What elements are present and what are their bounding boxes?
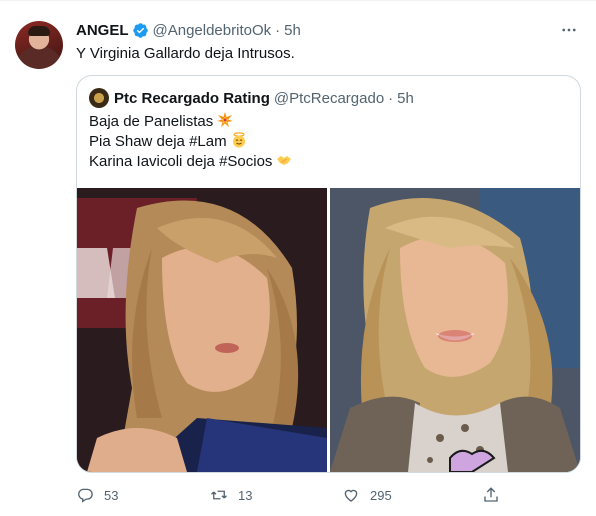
- collision-emoji: [217, 112, 234, 127]
- photo-right[interactable]: [330, 188, 580, 472]
- quoted-media[interactable]: [77, 188, 580, 472]
- like-icon: [344, 489, 358, 502]
- quoted-line-text: Pia Shaw deja #Lam: [89, 133, 227, 150]
- quoted-line: Karina Iavicoli deja #Socios: [89, 152, 292, 172]
- avatar-hair: [28, 26, 50, 36]
- like-count: 295: [370, 487, 392, 503]
- quoted-separator-dot: ·: [388, 89, 394, 107]
- tweet-time[interactable]: 5h: [284, 22, 301, 39]
- handshake-emoji: [277, 156, 292, 165]
- quoted-header: Ptc Recargado Rating @PtcRecargado · 5h: [89, 88, 414, 108]
- photo-left[interactable]: [77, 188, 327, 472]
- angel-emoji: [232, 132, 245, 148]
- separator-dot: ·: [275, 21, 281, 39]
- author-handle[interactable]: @AngeldebritoOk: [153, 22, 272, 39]
- quoted-line: Pia Shaw deja #Lam: [89, 132, 292, 152]
- share-button[interactable]: [482, 483, 510, 507]
- share-icon: [484, 487, 498, 502]
- like-button[interactable]: 295: [342, 483, 392, 507]
- photo-left-image: [77, 188, 327, 472]
- retweet-count: 13: [238, 487, 253, 503]
- reply-count: 53: [104, 487, 119, 503]
- quoted-author-handle: @PtcRecargado: [273, 89, 385, 107]
- author-name[interactable]: ANGEL: [76, 22, 129, 39]
- photo-right-image: [330, 188, 580, 472]
- quoted-time: 5h: [397, 89, 414, 107]
- quoted-line-text: Karina Iavicoli deja #Socios: [89, 153, 273, 170]
- reply-icon: [78, 488, 93, 503]
- reply-button[interactable]: 53: [76, 483, 118, 507]
- retweet-button[interactable]: 13: [210, 483, 252, 507]
- quoted-line-text: Baja de Panelistas: [89, 113, 214, 130]
- tweet[interactable]: ANGEL @AngeldebritoOk · 5h Y Virginia Ga…: [0, 0, 596, 516]
- verified-badge-icon: [132, 22, 149, 39]
- quoted-text: Baja de Panelistas Pia Shaw deja #Lam Ka…: [89, 112, 292, 172]
- quoted-author-name: Ptc Recargado Rating: [114, 89, 270, 107]
- author-avatar[interactable]: [15, 21, 63, 69]
- quoted-tweet[interactable]: Ptc Recargado Rating @PtcRecargado · 5h …: [76, 75, 581, 473]
- more-icon[interactable]: [558, 19, 580, 41]
- quoted-line: Baja de Panelistas: [89, 112, 292, 132]
- tweet-header: ANGEL @AngeldebritoOk · 5h: [76, 19, 301, 41]
- quoted-avatar[interactable]: [89, 88, 109, 108]
- retweet-icon: [211, 490, 227, 500]
- tweet-actions: 53 13 295: [76, 483, 506, 507]
- tweet-text: Y Virginia Gallardo deja Intrusos.: [76, 45, 295, 62]
